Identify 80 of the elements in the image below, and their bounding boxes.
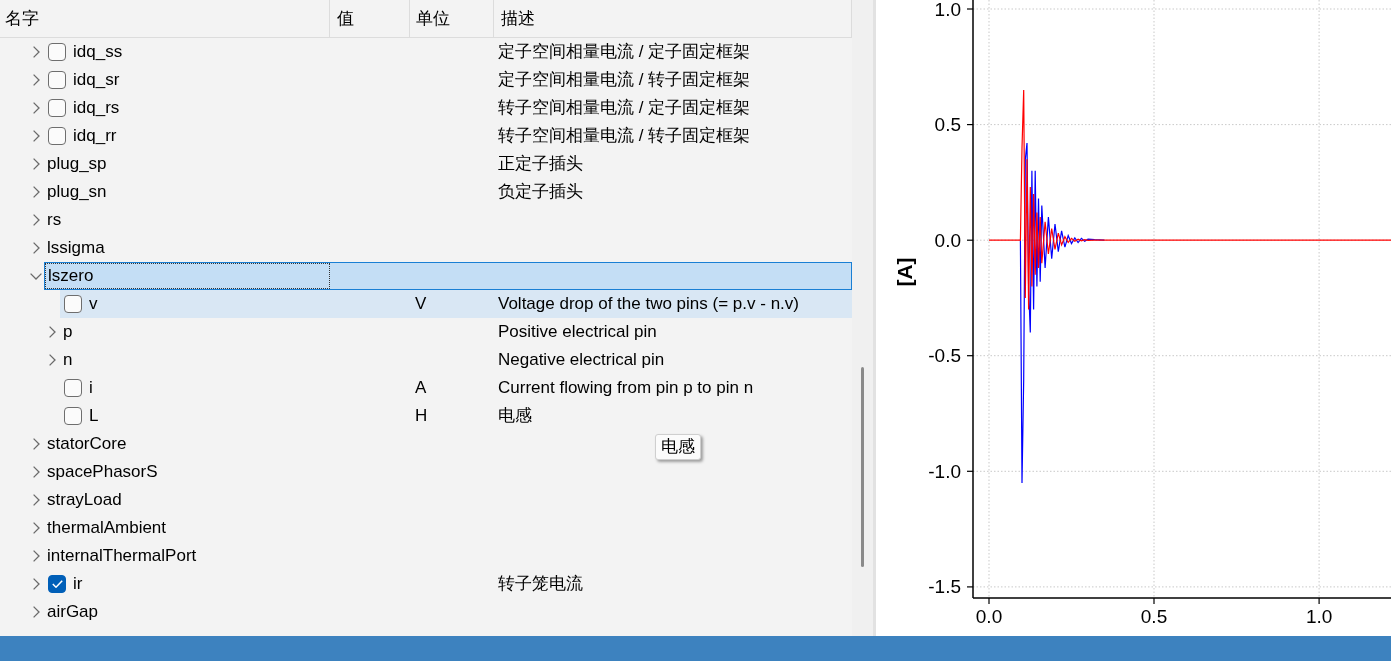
chevron-right-icon[interactable] <box>32 494 40 506</box>
checkbox[interactable] <box>48 43 66 61</box>
tree-item-label[interactable]: lssigma <box>47 235 105 261</box>
tree-item-label[interactable]: ir <box>73 571 83 597</box>
tree-item-label[interactable]: n <box>63 347 73 373</box>
tree-item-label[interactable]: statorCore <box>47 431 127 457</box>
y-tick-label: 0.0 <box>934 229 961 251</box>
chevron-right-icon[interactable] <box>32 46 40 58</box>
column-header[interactable]: 值 <box>330 0 410 37</box>
description-text: Negative electrical pin <box>498 349 665 372</box>
tree-item-label[interactable]: airGap <box>47 599 99 625</box>
chevron-right-icon[interactable] <box>32 242 40 254</box>
description-text: 定子空间相量电流 / 转子固定框架 <box>498 69 751 92</box>
y-tick-label: 1.0 <box>934 0 961 20</box>
tree-item-label[interactable]: v <box>89 291 98 317</box>
description-text: 定子空间相量电流 / 定子固定框架 <box>498 41 751 64</box>
tree-item-label[interactable]: plug_sn <box>47 179 107 205</box>
unit-text: V <box>415 293 427 316</box>
description-text: Voltage drop of the two pins (= p.v - n.v) <box>498 293 799 316</box>
tree-item-label[interactable]: L <box>89 403 99 429</box>
tree-item-label[interactable]: internalThermalPort <box>47 543 197 569</box>
checkbox[interactable] <box>48 71 66 89</box>
x-tick-label: 0.5 <box>1140 605 1168 627</box>
chevron-right-icon[interactable] <box>32 130 40 142</box>
axis-title: [A] <box>892 257 916 287</box>
unit-text: A <box>415 377 427 400</box>
description-text: Positive electrical pin <box>498 321 657 344</box>
description-text: 负定子插头 <box>498 181 583 204</box>
tree-item-label[interactable]: idq_sr <box>73 67 120 93</box>
chevron-down-icon[interactable] <box>30 272 42 280</box>
y-tick-label: -1.5 <box>928 576 961 598</box>
tree-item-label[interactable]: strayLoad <box>47 487 122 513</box>
tooltip: 电感 <box>655 434 701 460</box>
description-text: 电感 <box>498 405 532 428</box>
chevron-right-icon[interactable] <box>32 214 40 226</box>
checkbox[interactable] <box>64 295 82 313</box>
chevron-right-icon[interactable] <box>32 438 40 450</box>
y-tick-label: -0.5 <box>928 345 961 367</box>
tree-item-label[interactable]: plug_sp <box>47 151 107 177</box>
chevron-right-icon[interactable] <box>32 74 40 86</box>
description-text: Current flowing from pin p to pin n <box>498 377 754 400</box>
chevron-right-icon[interactable] <box>48 326 56 338</box>
y-tick-label: 0.5 <box>934 114 961 136</box>
description-text: 正定子插头 <box>498 153 583 176</box>
column-header[interactable]: 名字 <box>0 0 330 37</box>
tree-item-label[interactable]: spacePhasorS <box>47 459 158 485</box>
chevron-right-icon[interactable] <box>32 522 40 534</box>
chevron-right-icon[interactable] <box>32 466 40 478</box>
description-text: 转子空间相量电流 / 转子固定框架 <box>498 125 751 148</box>
checkbox[interactable] <box>48 99 66 117</box>
tree-item-label[interactable]: i <box>89 375 93 401</box>
unit-text: H <box>415 405 428 428</box>
chevron-right-icon[interactable] <box>32 578 40 590</box>
chevron-right-icon[interactable] <box>32 102 40 114</box>
chevron-right-icon[interactable] <box>48 354 56 366</box>
tree-item-label[interactable]: idq_rs <box>73 95 120 121</box>
tree-item-label[interactable]: thermalAmbient <box>47 515 167 541</box>
selected-tree-row[interactable]: lszero <box>44 262 852 290</box>
description-text: 转子笼电流 <box>498 573 583 596</box>
tree-item-label[interactable]: p <box>63 319 73 345</box>
check-icon <box>51 580 63 588</box>
chevron-right-icon[interactable] <box>32 186 40 198</box>
tree-item-label[interactable]: idq_rr <box>73 123 117 149</box>
checkbox[interactable] <box>48 575 66 593</box>
column-header[interactable]: 单位 <box>410 0 494 37</box>
checkbox[interactable] <box>48 127 66 145</box>
tree-item-label[interactable]: rs <box>47 207 62 233</box>
x-tick-label: 1.0 <box>1305 605 1333 627</box>
x-tick-label: 0.0 <box>975 605 1003 627</box>
y-tick-label: -1.0 <box>928 460 961 482</box>
checkbox[interactable] <box>64 379 82 397</box>
tree-item-label[interactable]: idq_ss <box>73 39 123 65</box>
chevron-right-icon[interactable] <box>32 606 40 618</box>
checkbox[interactable] <box>64 407 82 425</box>
tree-item-label[interactable]: lszero <box>48 263 94 289</box>
scrollbar-thumb[interactable] <box>861 367 864 567</box>
chevron-right-icon[interactable] <box>32 550 40 562</box>
hovered-tree-row[interactable]: v V Voltage drop of the two pins (= p.v - n.v) <box>60 290 852 318</box>
description-text: 转子空间相量电流 / 定子固定框架 <box>498 97 751 120</box>
chevron-right-icon[interactable] <box>32 158 40 170</box>
